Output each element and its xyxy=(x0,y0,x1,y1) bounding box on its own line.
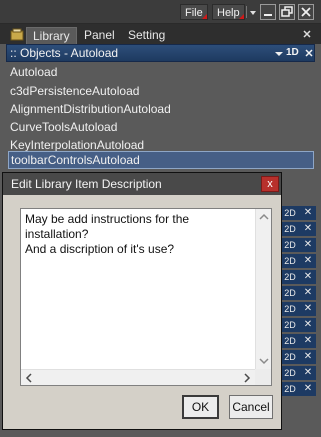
row-badge[interactable]: 2D ✕ xyxy=(280,334,316,348)
list-item-label: AlignmentDistributionAutoload xyxy=(10,102,171,116)
file-menu[interactable]: File xyxy=(180,4,208,20)
list-item-label: KeyInterpolationAutoload xyxy=(10,138,145,152)
scroll-down-icon[interactable] xyxy=(256,353,272,369)
chevron-down-icon[interactable] xyxy=(249,6,257,18)
menu-corner-marker xyxy=(238,14,244,19)
tab-strip: Library Panel Setting xyxy=(0,24,321,44)
scroll-right-icon[interactable] xyxy=(239,370,255,386)
row-2d-badge[interactable]: 2D xyxy=(280,286,300,300)
restore-button[interactable] xyxy=(279,4,295,20)
row-2d-badge[interactable]: 2D xyxy=(280,318,300,332)
scroll-left-icon[interactable] xyxy=(21,370,37,386)
row-2d-badge[interactable]: 2D xyxy=(280,206,300,220)
tab-label: Library xyxy=(33,29,70,43)
ok-button[interactable]: OK xyxy=(182,395,219,419)
row-close-icon[interactable]: ✕ xyxy=(300,350,316,364)
list-item-label: c3dPersistenceAutoload xyxy=(10,84,140,98)
row-2d-badge[interactable]: 2D xyxy=(280,222,300,236)
minimize-button[interactable] xyxy=(260,4,276,20)
chevron-down-icon[interactable] xyxy=(275,49,283,57)
list-item[interactable]: AlignmentDistributionAutoload xyxy=(8,100,314,118)
list-item-label: Autoload xyxy=(10,65,58,79)
panel-title: :: Objects - Autoload xyxy=(10,46,119,60)
list-item[interactable]: Autoload xyxy=(8,63,314,81)
dialog-body: May be add instructions for the installa… xyxy=(3,195,281,429)
close-window-button[interactable] xyxy=(298,4,314,20)
row-close-icon[interactable]: ✕ xyxy=(300,334,316,348)
row-close-icon[interactable]: ✕ xyxy=(300,318,316,332)
row-2d-badge[interactable]: 2D xyxy=(280,350,300,364)
close-icon[interactable] xyxy=(304,48,314,58)
row-2d-badge[interactable]: 2D xyxy=(280,254,300,268)
row-close-icon[interactable]: ✕ xyxy=(300,254,316,268)
row-2d-badge[interactable]: 2D xyxy=(280,382,300,396)
list-item-label: toolbarControlsAutoload xyxy=(11,153,140,167)
help-menu[interactable]: Help xyxy=(212,4,245,20)
tab-library[interactable]: Library xyxy=(26,27,77,44)
row-2d-badge[interactable]: 2D xyxy=(280,366,300,380)
row-badge[interactable]: 2D ✕ xyxy=(280,222,316,236)
row-close-icon[interactable]: ✕ xyxy=(300,238,316,252)
menu-corner-marker xyxy=(201,14,207,19)
tab-label: Panel xyxy=(84,28,115,42)
close-icon[interactable] xyxy=(302,29,312,39)
row-close-icon[interactable]: ✕ xyxy=(300,302,316,316)
panel-mode-label[interactable]: 1D xyxy=(286,47,299,58)
menu-separator xyxy=(246,6,247,18)
library-icon xyxy=(10,28,24,42)
description-textarea[interactable]: May be add instructions for the installa… xyxy=(20,208,272,386)
description-text[interactable]: May be add instructions for the installa… xyxy=(25,212,253,257)
row-close-icon[interactable]: ✕ xyxy=(300,222,316,236)
row-2d-badge[interactable]: 2D xyxy=(280,302,300,316)
list-item[interactable]: CurveToolsAutoload xyxy=(8,118,314,136)
row-close-icon[interactable]: ✕ xyxy=(300,366,316,380)
row-badge[interactable]: 2D ✕ xyxy=(280,254,316,268)
row-badge[interactable]: 2D ✕ xyxy=(280,238,316,252)
list-item-label: CurveToolsAutoload xyxy=(10,120,118,134)
minimize-icon xyxy=(264,14,272,16)
row-2d-badge[interactable]: 2D xyxy=(280,238,300,252)
close-icon xyxy=(301,7,311,17)
help-menu-label: Help xyxy=(217,7,240,19)
row-2d-badge[interactable]: 2D xyxy=(280,334,300,348)
row-badge[interactable]: 2D ✕ xyxy=(280,286,316,300)
restore-icon xyxy=(281,6,293,17)
row-close-icon[interactable]: ✕ xyxy=(300,286,316,300)
row-badge[interactable]: 2D ✕ xyxy=(280,382,316,396)
row-close-icon[interactable]: ✕ xyxy=(300,382,316,396)
row-close-icon[interactable]: ✕ xyxy=(300,270,316,284)
dialog-close-button[interactable]: x xyxy=(261,176,279,192)
scrollbar-corner xyxy=(255,369,271,385)
row-badge[interactable]: 2D ✕ xyxy=(280,350,316,364)
row-badge[interactable]: 2D ✕ xyxy=(280,270,316,284)
dialog-title: Edit Library Item Description xyxy=(11,177,162,191)
tab-label: Setting xyxy=(128,28,166,42)
row-badge[interactable]: 2D ✕ xyxy=(280,366,316,380)
row-badge[interactable]: 2D ✕ xyxy=(280,206,316,220)
row-badge[interactable]: 2D ✕ xyxy=(280,318,316,332)
edit-description-dialog: Edit Library Item Description x May be a… xyxy=(2,172,282,430)
row-badge[interactable]: 2D ✕ xyxy=(280,302,316,316)
file-menu-label: File xyxy=(185,7,203,19)
cancel-button[interactable]: Cancel xyxy=(229,395,273,419)
tab-setting[interactable]: Setting xyxy=(122,27,171,44)
row-2d-badge[interactable]: 2D xyxy=(280,270,300,284)
vertical-scrollbar[interactable] xyxy=(255,209,271,369)
row-close-icon[interactable]: ✕ xyxy=(300,206,316,220)
menu-bar: File Help xyxy=(0,0,321,24)
horizontal-scrollbar[interactable] xyxy=(21,369,255,385)
panel-header: :: Objects - Autoload 1D xyxy=(6,44,315,62)
list-item-selected[interactable]: toolbarControlsAutoload xyxy=(8,151,314,169)
tab-panel[interactable]: Panel xyxy=(78,27,121,44)
scroll-up-icon[interactable] xyxy=(256,209,272,225)
list-item[interactable]: c3dPersistenceAutoload xyxy=(8,82,314,100)
dialog-title-bar[interactable]: Edit Library Item Description x xyxy=(3,173,281,195)
